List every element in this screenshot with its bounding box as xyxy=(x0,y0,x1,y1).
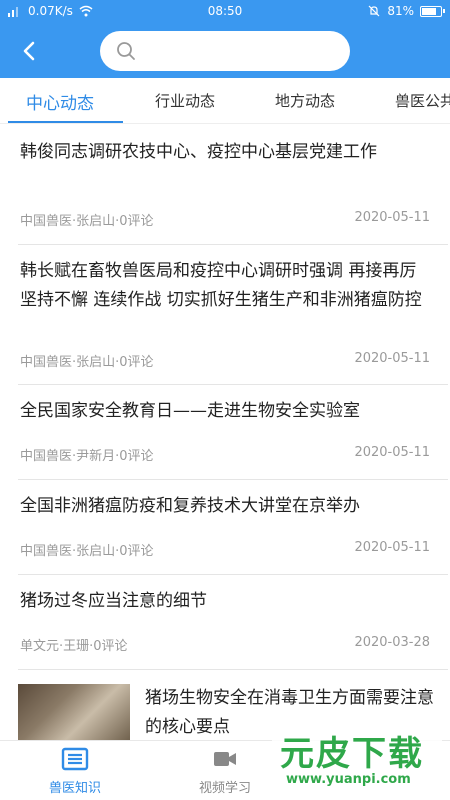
divider xyxy=(18,669,448,670)
tab-vet-public[interactable]: 兽医公共 xyxy=(395,90,450,111)
search-box[interactable] xyxy=(100,31,350,71)
tab-industry-news[interactable]: 行业动态 xyxy=(155,90,215,111)
news-thumbnail xyxy=(18,684,130,740)
top-header xyxy=(0,24,450,78)
news-title: 韩长赋在畜牧兽医局和疫控中心调研时强调 再接再厉 坚持不懈 连续作战 切实抓好生… xyxy=(20,261,422,310)
news-date: 2020-05-11 xyxy=(354,351,430,366)
list-item[interactable]: 全民国家安全教育日——走进生物安全实验室 中国兽医·尹新月·0评论 2020-0… xyxy=(0,385,450,480)
video-icon xyxy=(214,752,236,766)
nav-vet-knowledge[interactable]: 兽医知识 xyxy=(30,747,120,796)
nav-video-learning[interactable]: 视频学习 xyxy=(180,747,270,796)
status-right: 81% xyxy=(367,4,445,18)
search-icon xyxy=(117,42,135,60)
list-item[interactable]: 猪场过冬应当注意的细节 单文元·王珊·0评论 2020-03-28 xyxy=(0,575,450,670)
list-item[interactable]: 韩俊同志调研农技中心、疫控中心基层党建工作 中国兽医·张启山·0评论 2020-… xyxy=(0,124,450,245)
watermark-logo-text: 元皮下载 xyxy=(280,734,424,774)
news-title: 全民国家安全教育日——走进生物安全实验室 xyxy=(20,401,360,421)
news-date: 2020-05-11 xyxy=(354,540,430,555)
battery-percent: 81% xyxy=(387,4,414,18)
news-title: 全国非洲猪瘟防疫和复养技术大讲堂在京举办 xyxy=(20,496,360,516)
back-arrow-icon xyxy=(23,41,35,61)
back-button[interactable] xyxy=(14,36,44,66)
watermark: 元皮下载 www.yuanpi.com xyxy=(272,722,442,796)
battery-icon xyxy=(420,5,445,17)
news-date: 2020-05-11 xyxy=(354,210,430,225)
nav-label: 兽医知识 xyxy=(48,781,101,796)
news-date: 2020-05-11 xyxy=(354,445,430,460)
list-item[interactable]: 韩长赋在畜牧兽医局和疫控中心调研时强调 再接再厉 坚持不懈 连续作战 切实抓好生… xyxy=(0,245,450,385)
watermark-url: www.yuanpi.com xyxy=(286,772,411,787)
news-title: 韩俊同志调研农技中心、疫控中心基层党建工作 xyxy=(20,142,377,162)
search-input[interactable] xyxy=(144,39,334,63)
tab-local-news[interactable]: 地方动态 xyxy=(275,90,335,111)
news-date: 2020-03-28 xyxy=(354,635,430,650)
news-meta: 中国兽医·张启山·0评论 xyxy=(20,355,154,370)
news-meta: 单文元·王珊·0评论 xyxy=(20,639,128,654)
category-tabs: 中心动态 行业动态 地方动态 兽医公共 xyxy=(0,78,450,124)
news-meta: 中国兽医·尹新月·0评论 xyxy=(20,449,154,464)
book-icon xyxy=(61,747,89,771)
mute-bell-icon xyxy=(368,5,380,17)
tab-center-news[interactable]: 中心动态 xyxy=(26,89,94,114)
news-meta: 中国兽医·张启山·0评论 xyxy=(20,544,154,559)
nav-label: 视频学习 xyxy=(198,781,251,796)
news-title: 猪场过冬应当注意的细节 xyxy=(20,591,207,611)
list-item[interactable]: 全国非洲猪瘟防疫和复养技术大讲堂在京举办 中国兽医·张启山·0评论 2020-0… xyxy=(0,480,450,575)
status-bar: 0.07K/s 08:50 81% xyxy=(0,0,450,24)
news-meta: 中国兽医·张启山·0评论 xyxy=(20,214,154,229)
